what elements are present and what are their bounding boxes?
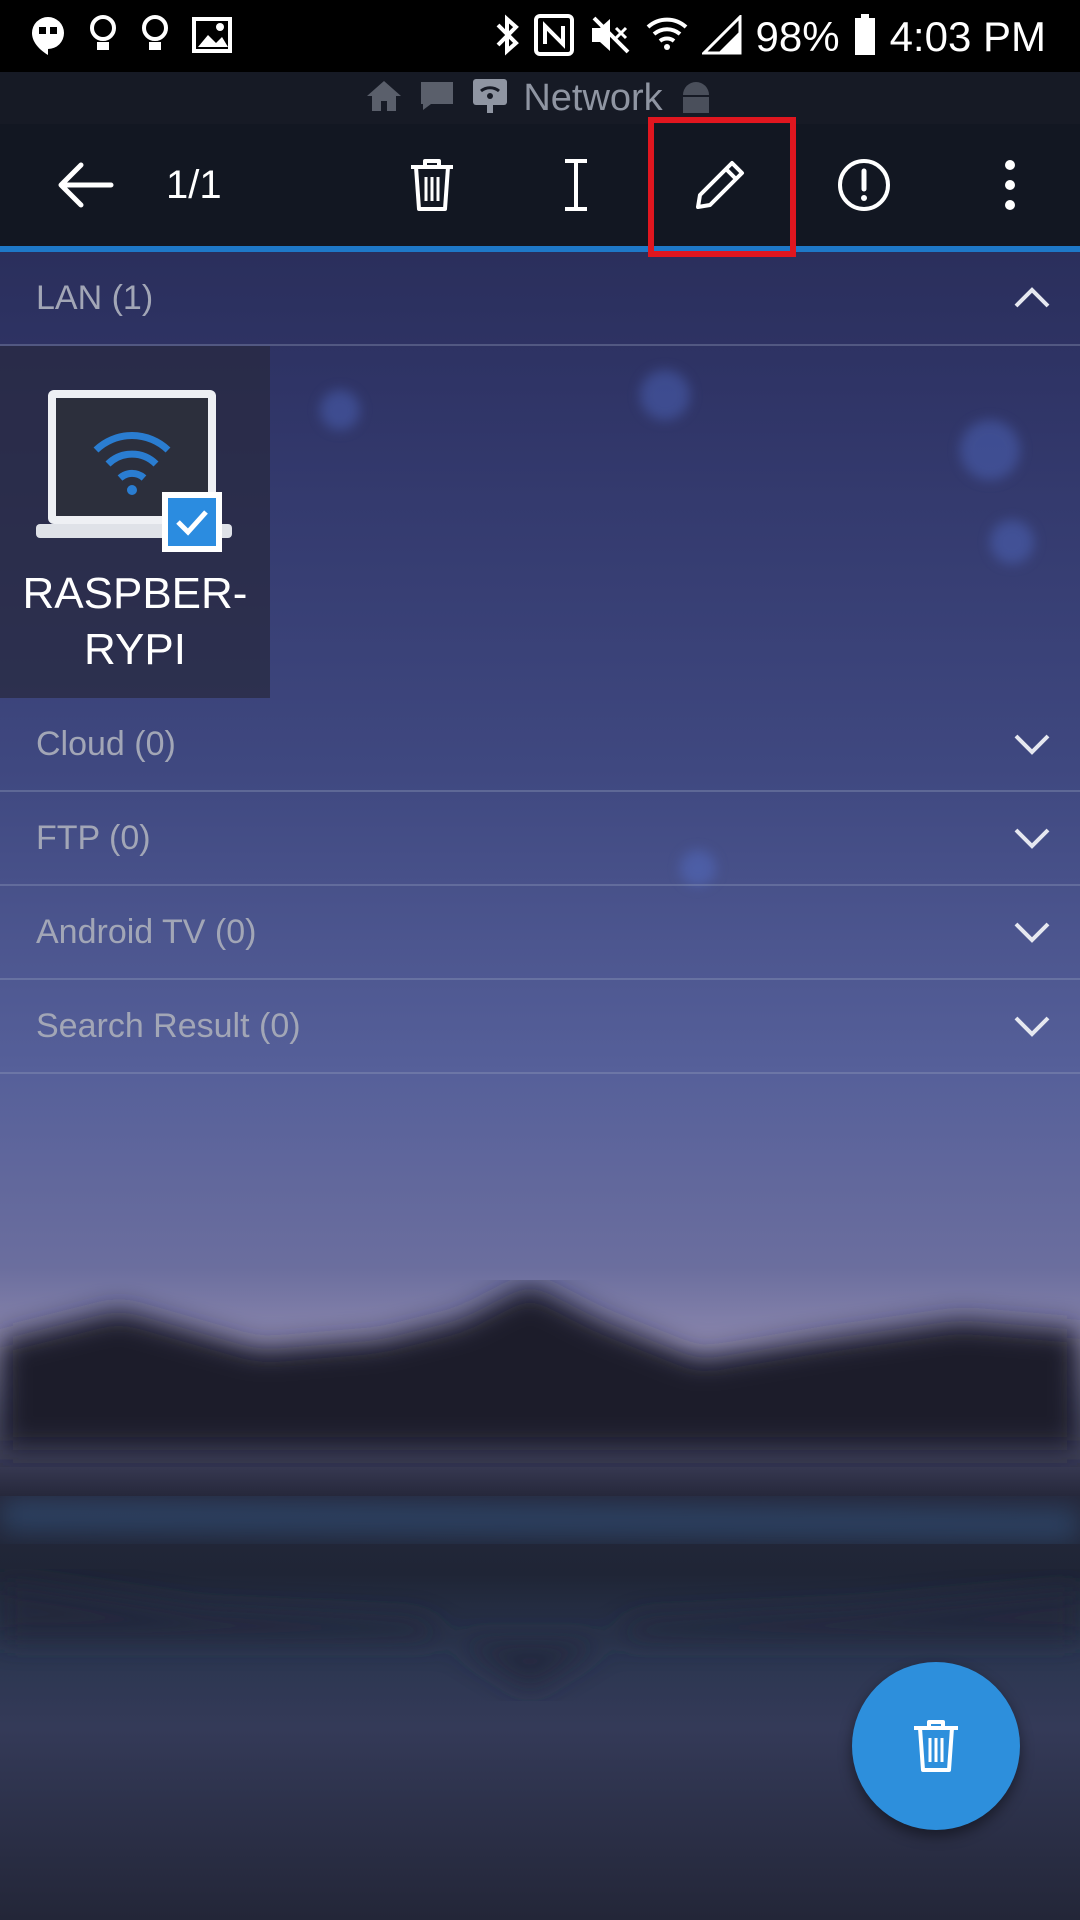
breadcrumb: Network: [0, 72, 1080, 124]
network-icon: [471, 77, 509, 120]
delete-fab[interactable]: [852, 1662, 1020, 1830]
chevron-down-icon: [1014, 734, 1050, 755]
delete-icon: [411, 159, 453, 211]
nfc-icon: [533, 13, 574, 61]
chevron-down-icon: [1014, 1016, 1050, 1037]
device-name: RASPBER- RYPI: [0, 566, 270, 678]
bulb-icon: [88, 14, 118, 61]
section-search-result[interactable]: Search Result (0): [0, 980, 1080, 1074]
action-bar: 1/1: [0, 124, 1080, 252]
selection-count: 1/1: [166, 162, 222, 207]
rename-button[interactable]: [536, 124, 616, 246]
back-button[interactable]: [40, 124, 130, 246]
info-icon: [838, 159, 890, 211]
section-title: LAN (1): [36, 278, 154, 317]
chevron-down-icon: [1014, 922, 1050, 943]
bluetooth-icon: [494, 13, 520, 62]
signal-icon: [699, 12, 742, 60]
battery-percent: 98%: [755, 13, 840, 60]
section-ftp[interactable]: FTP (0): [0, 792, 1080, 886]
sd-card-icon[interactable]: [417, 80, 457, 117]
selected-checkbox[interactable]: [162, 492, 222, 552]
section-title: Android TV (0): [36, 912, 257, 951]
checkmark-icon: [176, 510, 208, 536]
edit-highlight-box: [648, 117, 796, 257]
trash-icon: [914, 1720, 958, 1772]
chevron-down-icon: [1014, 828, 1050, 849]
more-button[interactable]: [970, 124, 1050, 246]
section-android-tv[interactable]: Android TV (0): [0, 886, 1080, 980]
info-button[interactable]: [824, 124, 904, 246]
breadcrumb-current[interactable]: Network: [523, 77, 662, 120]
home-icon[interactable]: [365, 79, 403, 118]
status-bar: 98% 4:03 PM: [0, 0, 1080, 72]
battery-icon: [854, 13, 876, 61]
rename-icon: [565, 159, 587, 211]
more-icon: [1005, 160, 1015, 210]
gallery-icon: [192, 17, 232, 58]
section-title: Cloud (0): [36, 724, 176, 763]
device-name-line2: RYPI: [84, 625, 186, 674]
back-icon: [58, 162, 114, 208]
chevron-up-icon: [1014, 287, 1050, 308]
section-lan[interactable]: LAN (1): [0, 252, 1080, 346]
android-icon[interactable]: [677, 79, 715, 118]
device-name-line1: RASPBER-: [22, 569, 248, 618]
clock: 4:03 PM: [889, 13, 1046, 60]
section-cloud[interactable]: Cloud (0): [0, 698, 1080, 792]
section-title: Search Result (0): [36, 1006, 301, 1045]
section-title: FTP (0): [36, 818, 151, 857]
mute-icon: [588, 14, 632, 61]
hangouts-icon: [30, 15, 66, 60]
delete-button[interactable]: [392, 124, 472, 246]
bulb-icon: [140, 14, 170, 61]
wifi-icon: [646, 15, 688, 60]
device-tile[interactable]: RASPBER- RYPI: [0, 346, 270, 698]
